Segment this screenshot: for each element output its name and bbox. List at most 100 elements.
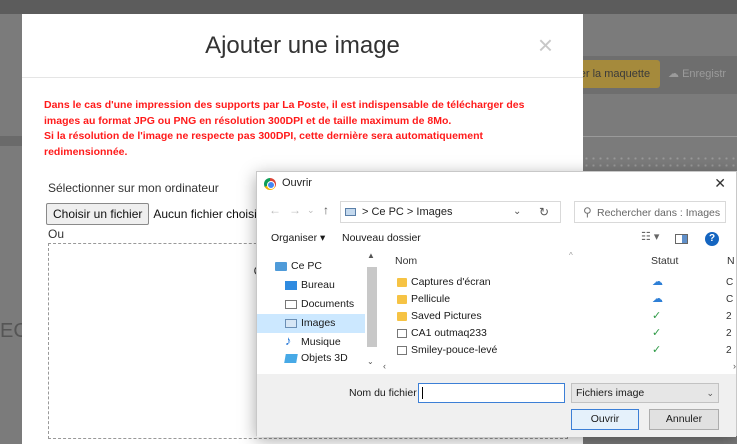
open-button[interactable]: Ouvrir [571, 409, 639, 430]
forward-arrow-icon[interactable]: → [289, 203, 301, 217]
list-item[interactable]: Saved Pictures ✓ 2 [381, 308, 732, 325]
modal-title: Ajouter une image [205, 32, 400, 59]
chevron-down-icon: ⌄ [706, 388, 714, 398]
cancel-button[interactable]: Annuler [649, 409, 719, 430]
background-divider [583, 136, 737, 137]
nav-item-label: Documents [301, 298, 355, 310]
modal-header: Ajouter une image × [22, 14, 583, 78]
documents-icon [285, 300, 297, 309]
dialog-footer: Nom du fichier : ⌄ Fichiers image ⌄ Ouvr… [257, 374, 736, 437]
synced-status-icon: ✓ [652, 310, 662, 322]
sort-ascending-icon: ^ [569, 251, 573, 260]
background-left-glyph: EC [0, 320, 28, 342]
file-date-cut: 2 [726, 311, 732, 322]
nav-item-documents[interactable]: Documents [257, 295, 365, 314]
save-button[interactable]: ☁ Enregistr [668, 60, 737, 88]
column-header-name[interactable]: Nom [395, 255, 417, 267]
list-item[interactable]: CA1 outmaq233 ✓ 2 [381, 325, 732, 342]
text-caret [422, 387, 423, 399]
filename-label: Nom du fichier : [349, 387, 423, 399]
scrollbar-thumb[interactable] [367, 267, 377, 347]
select-from-computer-label: Sélectionner sur mon ordinateur [48, 181, 219, 195]
objects-3d-icon [284, 354, 298, 363]
computer-icon [275, 262, 287, 271]
document-icon [397, 329, 407, 338]
folder-icon [397, 295, 407, 304]
file-date-cut: 2 [726, 328, 732, 339]
monitor-icon [345, 208, 356, 216]
help-icon[interactable]: ? [705, 232, 719, 246]
desktop-icon [285, 281, 297, 290]
filetype-value: Fichiers image [576, 387, 645, 399]
cloud-status-icon: ☁ [652, 276, 663, 288]
navigation-scrollbar[interactable]: ▲ ⌄ [365, 251, 379, 371]
resolution-warning: Dans le cas d'une impression des support… [44, 98, 564, 160]
address-row: ← → ⌄ ↑ > Ce PC > Images ⌄ ↻ ⚲ Recherche… [257, 198, 736, 226]
column-header-status[interactable]: Statut [651, 255, 678, 267]
nav-item-musique[interactable]: ♪ Musique [257, 333, 365, 352]
dialog-titlebar[interactable]: Ouvrir ✕ [257, 172, 736, 196]
synced-status-icon: ✓ [652, 327, 662, 339]
file-list: Nom ^ Statut N Captures d'écran ☁ C Pell… [381, 251, 737, 371]
back-arrow-icon[interactable]: ← [269, 203, 281, 217]
choose-file-button[interactable]: Choisir un fichier [46, 203, 150, 225]
list-item[interactable]: Pellicule ☁ C [381, 291, 733, 308]
filename-input[interactable]: ⌄ [418, 383, 721, 405]
save-button-label: Enregistr [682, 68, 727, 80]
chrome-icon [264, 178, 276, 190]
organize-menu-button[interactable]: Organiser ▾ [271, 232, 325, 244]
images-icon [285, 319, 297, 328]
open-file-dialog: Ouvrir ✕ ← → ⌄ ↑ > Ce PC > Images ⌄ ↻ ⚲ … [256, 171, 737, 437]
music-icon: ♪ [285, 333, 292, 348]
recent-chevron-icon[interactable]: ⌄ [307, 205, 315, 216]
warning-line: images au format JPG ou PNG en résolutio… [44, 114, 452, 127]
dialog-title: Ouvrir [282, 177, 312, 189]
scroll-up-icon[interactable]: ▲ [367, 251, 375, 260]
address-bar[interactable]: > Ce PC > Images ⌄ ↻ [340, 201, 561, 223]
address-dropdown-icon[interactable]: ⌄ [513, 206, 521, 217]
scroll-right-icon[interactable]: › [733, 361, 736, 371]
file-name: Saved Pictures [411, 310, 482, 322]
horizontal-scrollbar[interactable]: ‹ › [381, 361, 737, 373]
search-placeholder: Rechercher dans : Images [597, 207, 721, 219]
scroll-down-icon[interactable]: ⌄ [367, 357, 374, 366]
nav-item-bureau[interactable]: Bureau [257, 276, 365, 295]
up-arrow-icon[interactable]: ↑ [323, 203, 329, 217]
modal-close-icon[interactable]: × [538, 32, 553, 58]
scroll-left-icon[interactable]: ‹ [383, 361, 386, 371]
synced-status-icon: ✓ [652, 344, 662, 356]
folder-icon [397, 312, 407, 321]
file-input-row: Choisir un fichier Aucun fichier choisi [46, 203, 257, 225]
dialog-close-icon[interactable]: ✕ [714, 175, 726, 192]
filetype-select[interactable]: Fichiers image ⌄ [571, 383, 719, 403]
file-date-cut: C [726, 277, 734, 288]
nav-item-label: Musique [301, 336, 341, 348]
file-date-cut: 2 [726, 345, 732, 356]
background-left-tab [0, 136, 22, 146]
nav-item-objets-3d[interactable]: Objets 3D [257, 351, 365, 366]
new-folder-button[interactable]: Nouveau dossier [342, 232, 421, 244]
view-options-icon[interactable]: ☷ ▾ [641, 230, 659, 243]
nav-item-label: Ce PC [291, 260, 322, 272]
warning-line: redimensionnée. [44, 145, 128, 158]
refresh-icon[interactable]: ↻ [539, 205, 549, 219]
nav-item-label: Images [301, 317, 336, 329]
list-item[interactable]: Captures d'écran ☁ C [381, 274, 733, 291]
search-input[interactable]: ⚲ Rechercher dans : Images [574, 201, 726, 223]
file-name: CA1 outmaq233 [411, 327, 487, 339]
folder-icon [397, 278, 407, 287]
list-item[interactable]: Smiley-pouce-levé ✓ 2 [381, 342, 732, 359]
warning-line: Si la résolution de l'image ne respecte … [44, 130, 483, 142]
document-icon [397, 346, 407, 355]
file-name: Smiley-pouce-levé [411, 344, 498, 356]
file-name: Captures d'écran [411, 276, 491, 288]
navigation-pane: Ce PC Bureau Documents Images ♪ Musique … [257, 251, 379, 371]
nav-item-label: Bureau [301, 279, 335, 291]
background-dots [583, 155, 737, 171]
nav-item-ce-pc[interactable]: Ce PC [257, 257, 365, 276]
search-icon: ⚲ [583, 205, 592, 219]
or-label: Ou [48, 227, 65, 241]
nav-item-images[interactable]: Images [257, 314, 365, 333]
address-breadcrumb[interactable]: > Ce PC > Images [362, 206, 453, 218]
preview-pane-icon[interactable] [675, 234, 688, 244]
